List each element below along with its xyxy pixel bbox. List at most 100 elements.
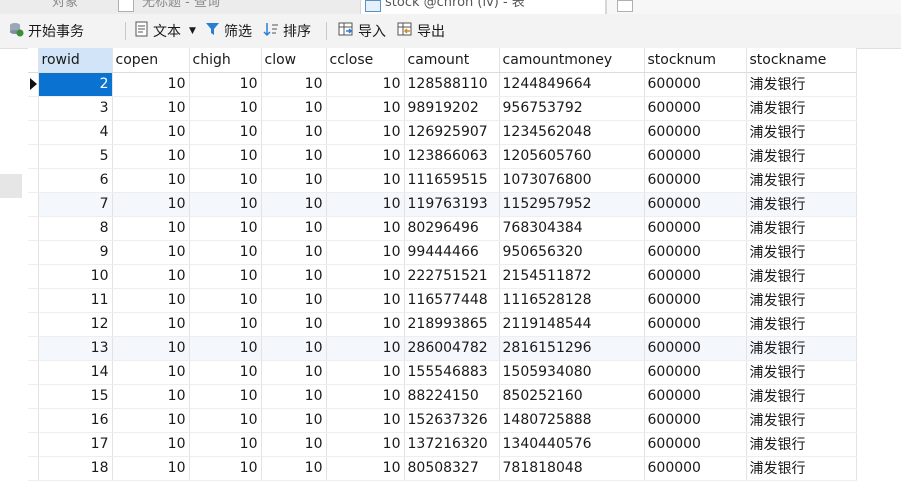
cell-camountmoney[interactable]: 1480725888 [499, 408, 645, 433]
cell-cclose[interactable]: 10 [326, 144, 405, 169]
cell-rowid[interactable]: 18 [38, 456, 113, 481]
cell-stockname[interactable]: 浦发银行 [746, 456, 857, 481]
column-header-camount[interactable]: camount [404, 48, 500, 73]
cell-chigh[interactable]: 10 [189, 96, 262, 121]
cell-clow[interactable]: 10 [261, 120, 327, 145]
cell-rowid[interactable]: 10 [38, 264, 113, 289]
cell-camountmoney[interactable]: 781818048 [499, 456, 645, 481]
cell-camountmoney[interactable]: 2119148544 [499, 312, 645, 337]
tab-stock-table[interactable]: stock @chron (lv) - 表 [360, 0, 606, 14]
cell-camountmoney[interactable]: 1340440576 [499, 432, 645, 457]
cell-stocknum[interactable]: 600000 [644, 408, 747, 433]
cell-camount[interactable]: 152637326 [404, 408, 500, 433]
cell-clow[interactable]: 10 [261, 96, 327, 121]
text-button[interactable]: 文本 ▼ [135, 20, 196, 42]
row-indicator[interactable] [28, 96, 39, 121]
cell-camountmoney[interactable]: 850252160 [499, 384, 645, 409]
sort-button[interactable]: 排序 [263, 20, 311, 42]
filter-button[interactable]: 筛选 [205, 20, 252, 42]
table-row[interactable]: 12 10 10 10 10 218993865 2119148544 600000 浦发银行 [28, 312, 857, 337]
cell-stocknum[interactable]: 600000 [644, 192, 747, 217]
cell-cclose[interactable]: 10 [326, 408, 405, 433]
cell-chigh[interactable]: 10 [189, 72, 262, 97]
table-row[interactable]: 9 10 10 10 10 99444466 950656320 600000 浦发银行 [28, 240, 857, 265]
cell-stockname[interactable]: 浦发银行 [746, 264, 857, 289]
cell-rowid[interactable]: 14 [38, 360, 113, 385]
cell-clow[interactable]: 10 [261, 336, 327, 361]
cell-stocknum[interactable]: 600000 [644, 72, 747, 97]
cell-rowid[interactable]: 6 [38, 168, 113, 193]
row-indicator[interactable] [28, 432, 39, 457]
cell-camount[interactable]: 80508327 [404, 456, 500, 481]
tab-extra[interactable] [606, 0, 901, 14]
cell-camountmoney[interactable]: 2816151296 [499, 336, 645, 361]
cell-stockname[interactable]: 浦发银行 [746, 72, 857, 97]
cell-camount[interactable]: 222751521 [404, 264, 500, 289]
row-indicator[interactable] [28, 72, 39, 97]
import-button[interactable]: 导入 [338, 20, 386, 42]
cell-stocknum[interactable]: 600000 [644, 240, 747, 265]
cell-rowid[interactable]: 17 [38, 432, 113, 457]
cell-stockname[interactable]: 浦发银行 [746, 312, 857, 337]
cell-camount[interactable]: 80296496 [404, 216, 500, 241]
cell-stocknum[interactable]: 600000 [644, 264, 747, 289]
cell-stocknum[interactable]: 600000 [644, 432, 747, 457]
cell-stocknum[interactable]: 600000 [644, 288, 747, 313]
cell-cclose[interactable]: 10 [326, 432, 405, 457]
cell-stocknum[interactable]: 600000 [644, 336, 747, 361]
cell-stocknum[interactable]: 600000 [644, 360, 747, 385]
cell-stocknum[interactable]: 600000 [644, 216, 747, 241]
cell-stockname[interactable]: 浦发银行 [746, 240, 857, 265]
cell-chigh[interactable]: 10 [189, 312, 262, 337]
table-row[interactable]: 8 10 10 10 10 80296496 768304384 600000 浦发银行 [28, 216, 857, 241]
cell-copen[interactable]: 10 [112, 288, 190, 313]
cell-chigh[interactable]: 10 [189, 144, 262, 169]
cell-copen[interactable]: 10 [112, 336, 190, 361]
cell-clow[interactable]: 10 [261, 264, 327, 289]
row-indicator[interactable] [28, 168, 39, 193]
export-button[interactable]: 导出 [397, 20, 445, 42]
cell-clow[interactable]: 10 [261, 216, 327, 241]
row-indicator[interactable] [28, 144, 39, 169]
table-row[interactable]: 10 10 10 10 10 222751521 2154511872 600000 浦发银行 [28, 264, 857, 289]
cell-clow[interactable]: 10 [261, 72, 327, 97]
cell-stockname[interactable]: 浦发银行 [746, 336, 857, 361]
cell-cclose[interactable]: 10 [326, 384, 405, 409]
table-row[interactable]: 16 10 10 10 10 152637326 1480725888 600000 浦发银行 [28, 408, 857, 433]
cell-rowid[interactable]: 4 [38, 120, 113, 145]
cell-rowid[interactable]: 7 [38, 192, 113, 217]
cell-camount[interactable]: 218993865 [404, 312, 500, 337]
cell-rowid[interactable]: 3 [38, 96, 113, 121]
column-header-stockname[interactable]: stockname [746, 48, 857, 73]
cell-stockname[interactable]: 浦发银行 [746, 192, 857, 217]
cell-camount[interactable]: 128588110 [404, 72, 500, 97]
cell-stockname[interactable]: 浦发银行 [746, 288, 857, 313]
cell-camount[interactable]: 116577448 [404, 288, 500, 313]
cell-camount[interactable]: 155546883 [404, 360, 500, 385]
cell-chigh[interactable]: 10 [189, 168, 262, 193]
row-indicator[interactable] [28, 408, 39, 433]
row-indicator[interactable] [28, 264, 39, 289]
cell-cclose[interactable]: 10 [326, 240, 405, 265]
cell-rowid[interactable]: 13 [38, 336, 113, 361]
cell-stockname[interactable]: 浦发银行 [746, 96, 857, 121]
cell-copen[interactable]: 10 [112, 432, 190, 457]
cell-stockname[interactable]: 浦发银行 [746, 216, 857, 241]
cell-stocknum[interactable]: 600000 [644, 168, 747, 193]
cell-camountmoney[interactable]: 1244849664 [499, 72, 645, 97]
cell-clow[interactable]: 10 [261, 312, 327, 337]
table-row[interactable]: 3 10 10 10 10 98919202 956753792 600000 浦发银行 [28, 96, 857, 121]
cell-cclose[interactable]: 10 [326, 312, 405, 337]
cell-cclose[interactable]: 10 [326, 96, 405, 121]
cell-camountmoney[interactable]: 1234562048 [499, 120, 645, 145]
cell-copen[interactable]: 10 [112, 216, 190, 241]
cell-camount[interactable]: 286004782 [404, 336, 500, 361]
table-row[interactable]: 17 10 10 10 10 137216320 1340440576 600000 浦发银行 [28, 432, 857, 457]
cell-clow[interactable]: 10 [261, 240, 327, 265]
cell-copen[interactable]: 10 [112, 192, 190, 217]
cell-stocknum[interactable]: 600000 [644, 384, 747, 409]
cell-copen[interactable]: 10 [112, 456, 190, 481]
cell-camountmoney[interactable]: 2154511872 [499, 264, 645, 289]
cell-copen[interactable]: 10 [112, 120, 190, 145]
cell-cclose[interactable]: 10 [326, 264, 405, 289]
